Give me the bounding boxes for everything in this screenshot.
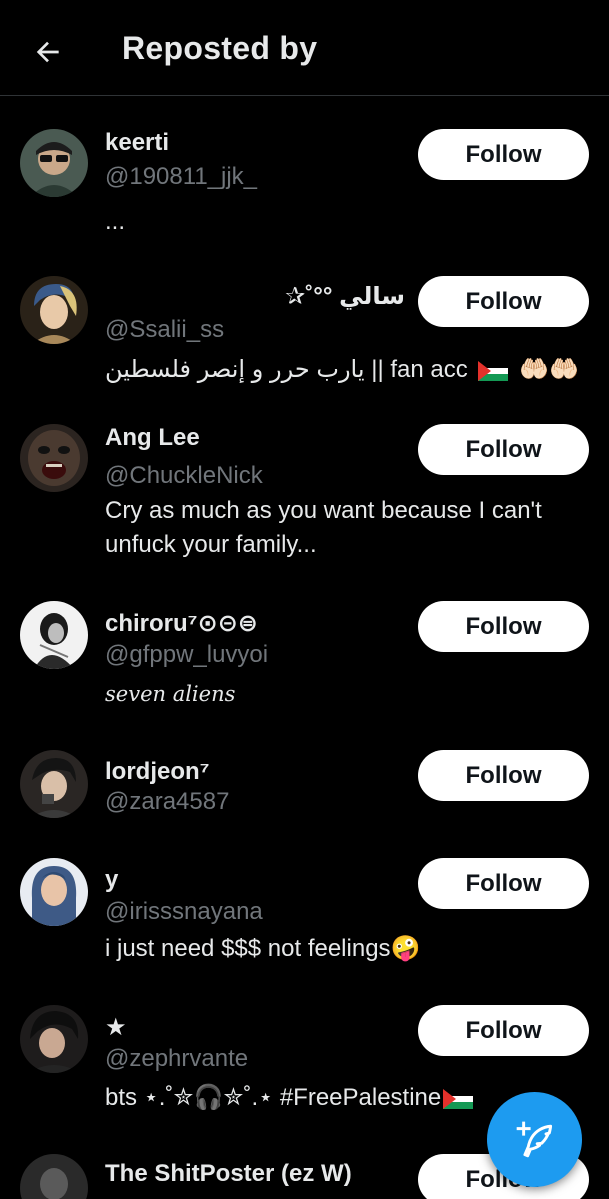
top-bar: Reposted by bbox=[0, 0, 609, 96]
compose-button[interactable] bbox=[487, 1092, 582, 1187]
user-row-chiroru[interactable]: chiroru⁷⊙⊝⊜ @gfppw_luvyoi seven aliens F… bbox=[0, 601, 609, 711]
reposted-by-screen: Reposted by keerti @190811_jjk_ ... Foll… bbox=[0, 0, 609, 1199]
avatar[interactable] bbox=[20, 129, 88, 197]
display-name: سالي °°˚✰ bbox=[285, 283, 405, 310]
display-name: The ShitPoster (ez W) bbox=[105, 1160, 352, 1187]
follow-button[interactable]: Follow bbox=[418, 601, 589, 652]
follow-button[interactable]: Follow bbox=[418, 424, 589, 475]
user-row-y[interactable]: y @irisssnayana i just need $$$ not feel… bbox=[0, 858, 609, 973]
display-name: keerti bbox=[105, 129, 170, 156]
user-handle: @irisssnayana bbox=[105, 898, 263, 925]
user-bio: 🤲🏻🤲🏻 fan acc || يارب حرر و إنصر فلسطين bbox=[105, 353, 579, 387]
user-row-ang-lee[interactable]: Ang Lee @ChuckleNick Cry as much as you … bbox=[0, 424, 609, 569]
avatar[interactable] bbox=[20, 858, 88, 926]
user-row-lordjeon[interactable]: lordjeon⁷ @zara4587 Follow bbox=[0, 750, 609, 830]
user-bio: i just need $$$ not feelings🤪 bbox=[105, 932, 590, 966]
palestine-flag-icon bbox=[478, 360, 509, 381]
follow-button[interactable]: Follow bbox=[418, 129, 589, 180]
bio-emoji: 🤪 bbox=[390, 935, 421, 962]
user-handle: @zara4587 bbox=[105, 788, 230, 815]
user-bio: seven aliens bbox=[105, 682, 236, 706]
follow-button[interactable]: Follow bbox=[418, 1005, 589, 1056]
bio-text: fan acc || يارب حرر و إنصر فلسطين bbox=[105, 356, 468, 383]
avatar[interactable] bbox=[20, 750, 88, 818]
bio-text: i just need $$$ not feelings bbox=[105, 935, 391, 962]
avatar[interactable] bbox=[20, 424, 88, 492]
follow-button[interactable]: Follow bbox=[418, 858, 589, 909]
avatar[interactable] bbox=[20, 1005, 88, 1073]
page-title: Reposted by bbox=[122, 30, 318, 66]
user-row-keerti[interactable]: keerti @190811_jjk_ ... Follow bbox=[0, 129, 609, 239]
display-name: chiroru⁷⊙⊝⊜ bbox=[105, 610, 258, 637]
bio-text: bts ⋆.˚✮🎧✮˚.⋆ #FreePalestine bbox=[105, 1084, 442, 1111]
user-handle: @190811_jjk_ bbox=[105, 163, 258, 190]
user-handle: @Ssalii_ss bbox=[105, 316, 225, 343]
display-name: Ang Lee bbox=[105, 424, 200, 451]
back-button[interactable] bbox=[22, 26, 74, 78]
display-name: y bbox=[105, 866, 119, 893]
follow-button[interactable]: Follow bbox=[418, 750, 589, 801]
user-handle: @gfppw_luvyoi bbox=[105, 641, 269, 668]
bio-emoji: 🤲🏻🤲🏻 bbox=[519, 356, 579, 383]
avatar[interactable] bbox=[20, 601, 88, 669]
user-handle: @ChuckleNick bbox=[105, 462, 263, 489]
compose-feather-plus-icon bbox=[516, 1121, 552, 1157]
display-name: lordjeon⁷ bbox=[105, 758, 210, 785]
avatar[interactable] bbox=[20, 276, 88, 344]
palestine-flag-icon bbox=[443, 1088, 474, 1109]
arrow-left-icon bbox=[36, 41, 59, 63]
user-handle: @zephrvante bbox=[105, 1045, 249, 1072]
avatar[interactable] bbox=[20, 1154, 88, 1199]
user-row-ssalii[interactable]: سالي °°˚✰ @Ssalii_ss 🤲🏻🤲🏻 fan acc || يار… bbox=[0, 276, 609, 386]
display-name: ★ bbox=[105, 1014, 127, 1041]
user-bio: ... bbox=[105, 208, 126, 235]
user-bio: Cry as much as you want because I can't … bbox=[105, 497, 542, 558]
follow-button[interactable]: Follow bbox=[418, 276, 589, 327]
